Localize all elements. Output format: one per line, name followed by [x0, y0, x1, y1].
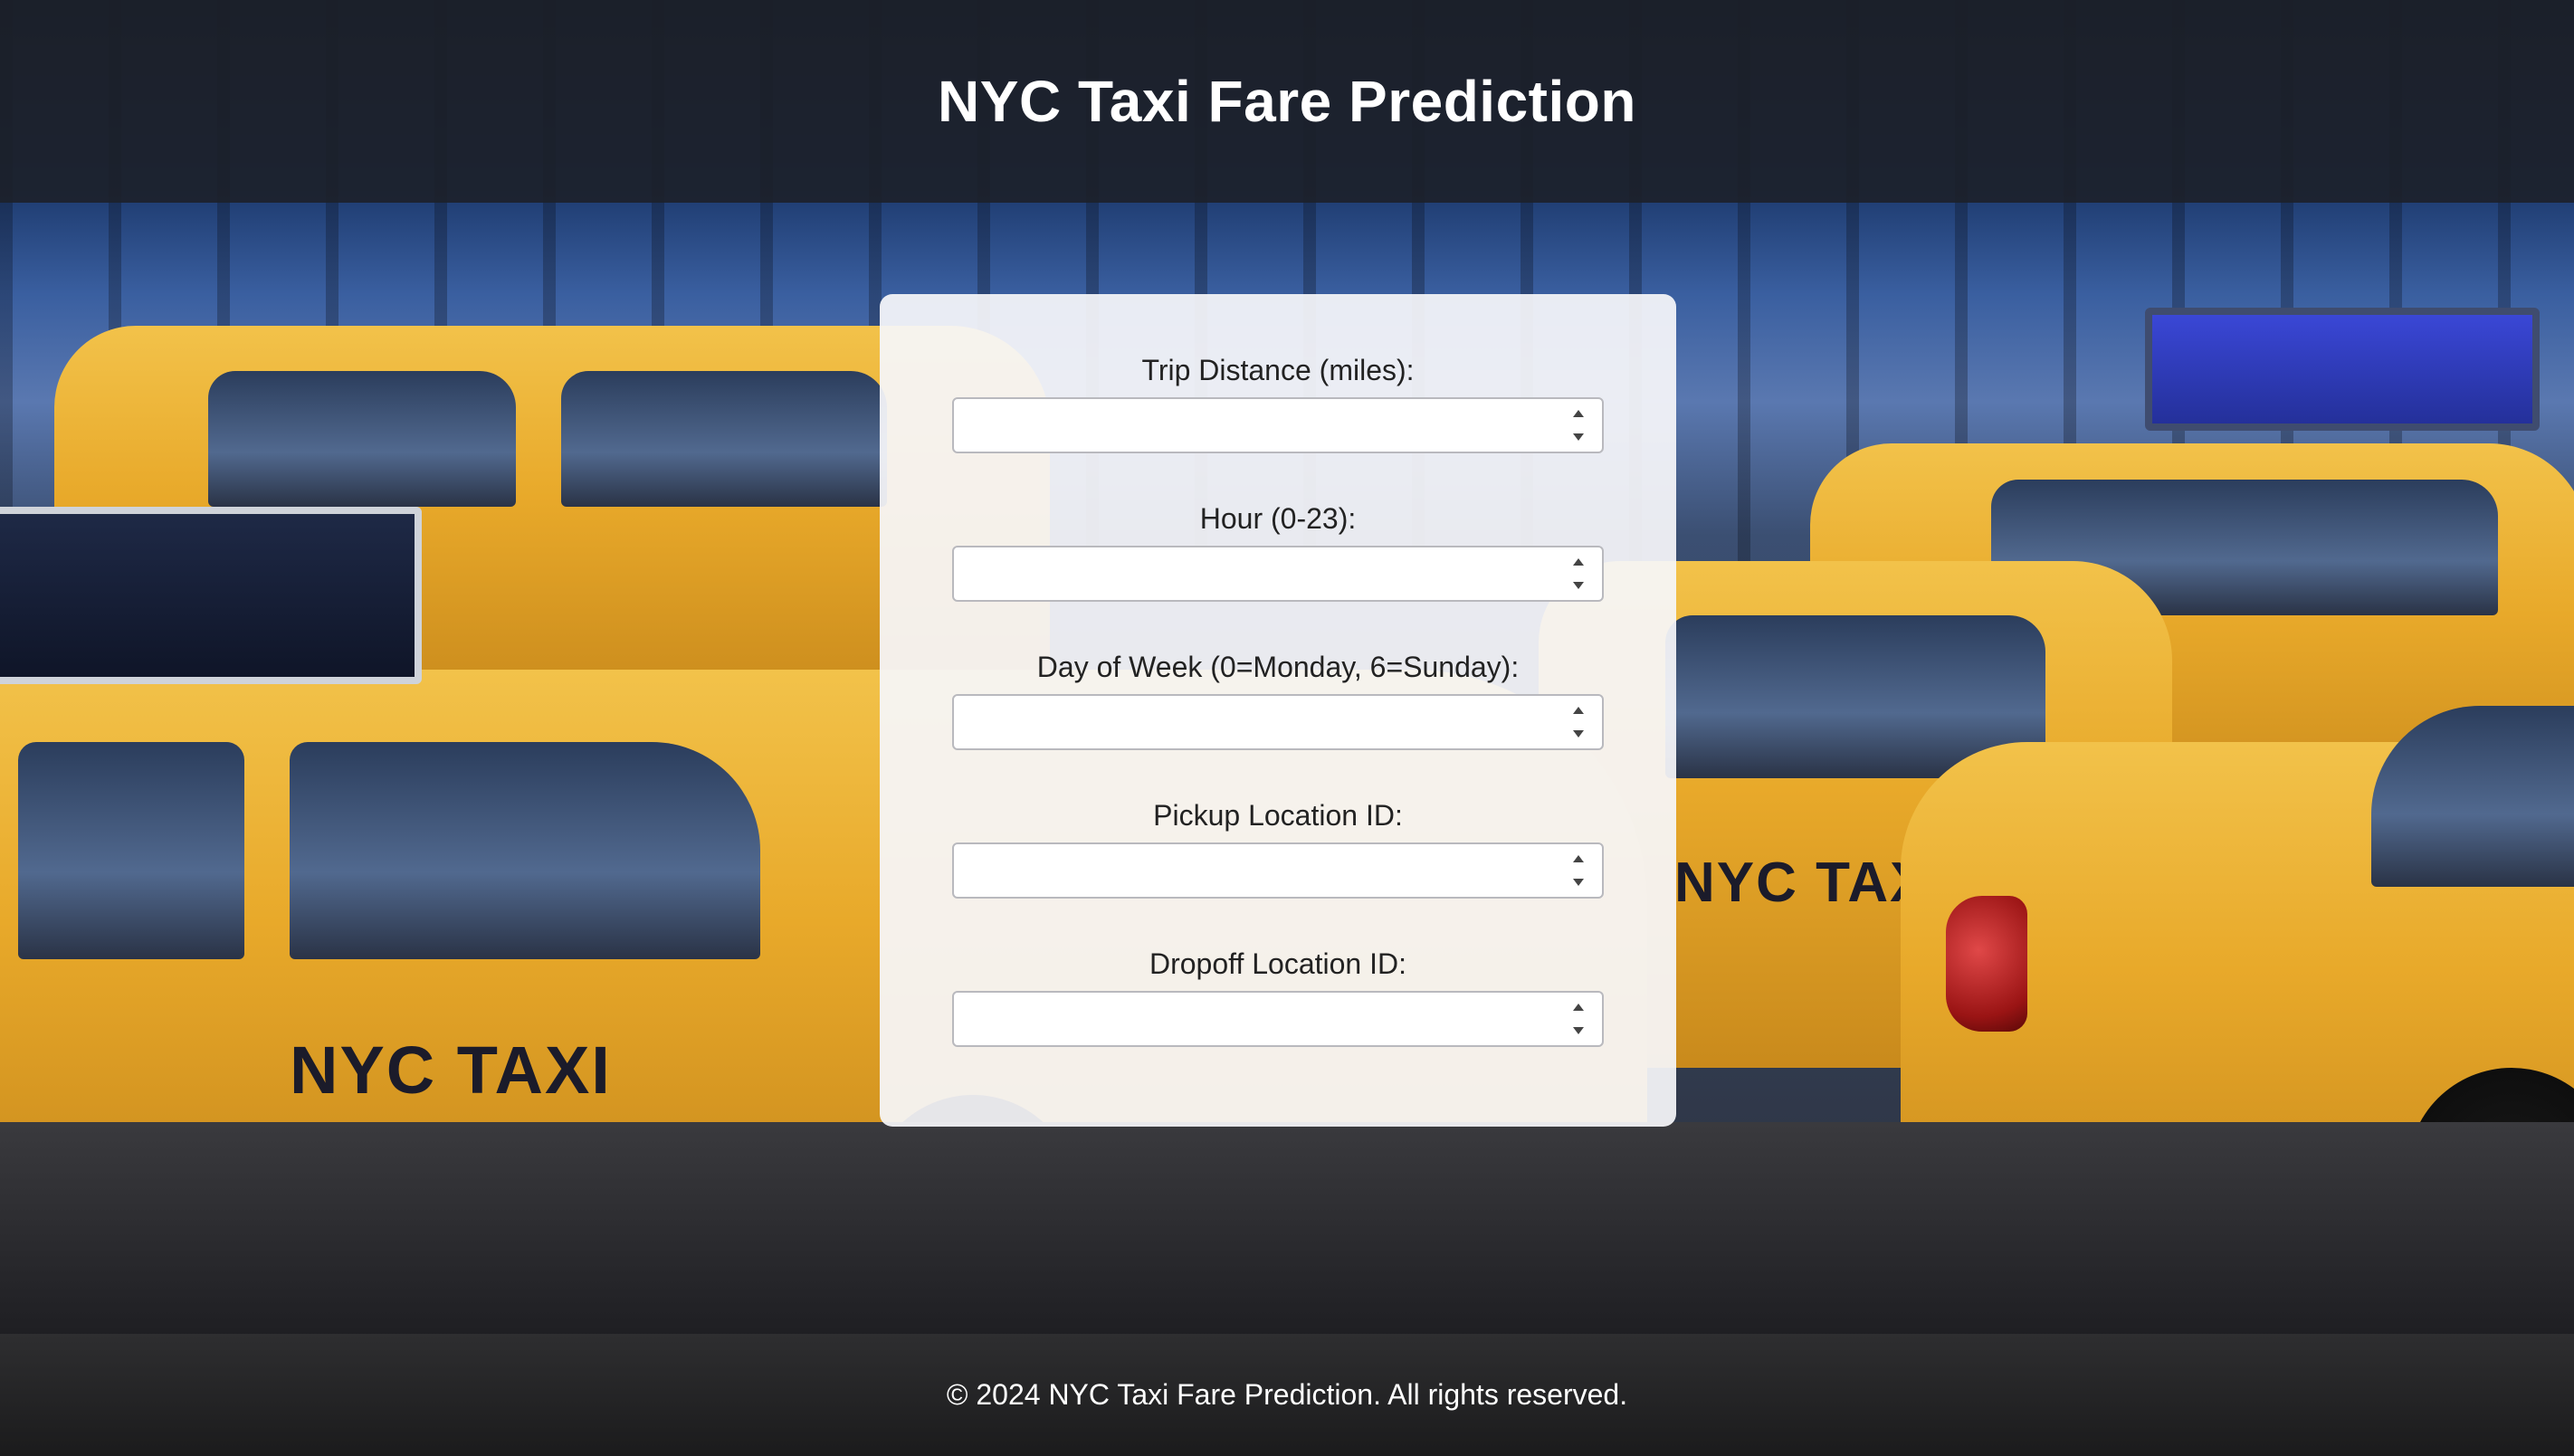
hour-label: Hour (0-23):	[1199, 502, 1357, 535]
street	[0, 1122, 2574, 1339]
number-spinner[interactable]	[1569, 855, 1587, 886]
site-header: NYC Taxi Fare Prediction	[0, 0, 2574, 203]
number-spinner[interactable]	[1569, 707, 1587, 738]
pickup-location-input[interactable]	[952, 842, 1604, 899]
spinner-down-icon[interactable]	[1573, 1027, 1584, 1034]
taxi-taillight	[1946, 896, 2027, 1032]
dropoff-location-wrapper	[952, 991, 1604, 1047]
taxi-window	[561, 371, 887, 507]
copyright-text: © 2024 NYC Taxi Fare Prediction. All rig…	[946, 1378, 1628, 1411]
spinner-down-icon[interactable]	[1573, 433, 1584, 441]
page-title: NYC Taxi Fare Prediction	[938, 69, 1636, 134]
page: NYC TAXI NYC TAXI NYC Taxi Fare Predicti…	[0, 0, 2574, 1456]
number-spinner[interactable]	[1569, 558, 1587, 589]
taxi-window	[18, 742, 244, 959]
field-dropoff-location: Dropoff Location ID:	[952, 947, 1604, 1096]
trip-distance-input[interactable]	[952, 397, 1604, 453]
field-hour: Hour (0-23):	[952, 502, 1604, 651]
roof-sign-left	[0, 507, 422, 684]
day-of-week-wrapper	[952, 694, 1604, 750]
taxi-window	[208, 371, 516, 507]
pickup-location-label: Pickup Location ID:	[1153, 799, 1403, 832]
spinner-down-icon[interactable]	[1573, 879, 1584, 886]
spinner-down-icon[interactable]	[1573, 582, 1584, 589]
hour-wrapper	[952, 546, 1604, 602]
number-spinner[interactable]	[1569, 1004, 1587, 1034]
spinner-up-icon[interactable]	[1573, 707, 1584, 714]
dropoff-location-input[interactable]	[952, 991, 1604, 1047]
field-pickup-location: Pickup Location ID:	[952, 799, 1604, 947]
taxi-window	[290, 742, 760, 959]
trip-distance-label: Trip Distance (miles):	[1141, 354, 1415, 386]
site-footer: © 2024 NYC Taxi Fare Prediction. All rig…	[0, 1334, 2574, 1456]
day-of-week-label: Day of Week (0=Monday, 6=Sunday):	[1036, 651, 1520, 683]
spinner-up-icon[interactable]	[1573, 855, 1584, 862]
taxi-logo: NYC TAXI	[290, 1033, 612, 1108]
spinner-down-icon[interactable]	[1573, 730, 1584, 738]
number-spinner[interactable]	[1569, 410, 1587, 441]
roof-sign-right	[2145, 308, 2540, 431]
fare-prediction-form: Trip Distance (miles): Hour (0-23): Day	[880, 294, 1676, 1127]
hour-input[interactable]	[952, 546, 1604, 602]
spinner-up-icon[interactable]	[1573, 558, 1584, 566]
day-of-week-input[interactable]	[952, 694, 1604, 750]
pickup-location-wrapper	[952, 842, 1604, 899]
spinner-up-icon[interactable]	[1573, 1004, 1584, 1011]
field-trip-distance: Trip Distance (miles):	[952, 354, 1604, 502]
dropoff-location-label: Dropoff Location ID:	[1149, 947, 1406, 980]
spinner-up-icon[interactable]	[1573, 410, 1584, 417]
field-day-of-week: Day of Week (0=Monday, 6=Sunday):	[952, 651, 1604, 799]
trip-distance-wrapper	[952, 397, 1604, 453]
